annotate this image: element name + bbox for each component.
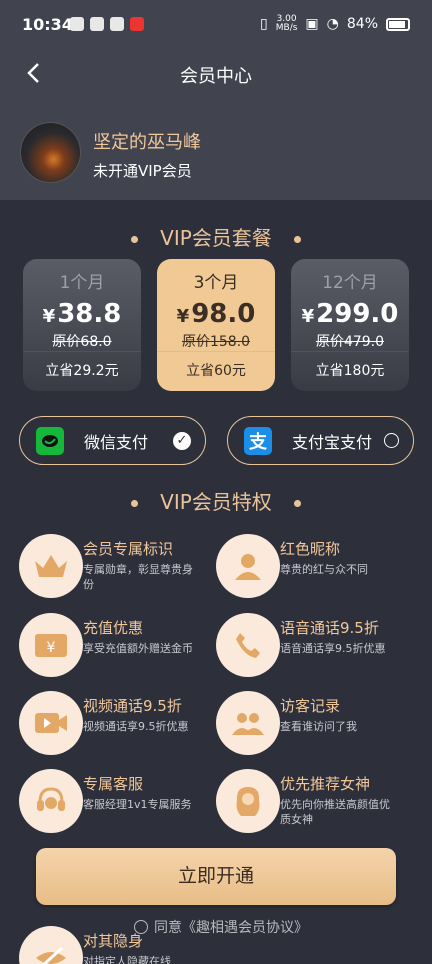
privileges-title: VIP会员特权	[0, 486, 432, 515]
status-bar: 10:34 ▯ 3.00 MB/s ▣ ◔ 84%	[0, 0, 432, 50]
user-icon	[216, 534, 280, 598]
app-notification-icon	[70, 17, 84, 31]
plan-savings: 立省180元	[315, 363, 385, 379]
open-vip-button[interactable]: 立即开通	[36, 848, 396, 905]
app-notification-icon	[130, 17, 144, 31]
wechat-icon	[36, 426, 64, 455]
svg-text:¥: ¥	[47, 640, 56, 656]
plan-price: ¥98.0	[176, 299, 256, 329]
net-speed: 3.00 MB/s	[275, 14, 298, 33]
visitors-icon	[216, 691, 280, 755]
plan-price: ¥299.0	[301, 299, 399, 329]
dot-icon	[131, 236, 139, 243]
plan-original-price: 原价68.0	[52, 334, 112, 350]
headset-icon	[19, 769, 83, 833]
plan-1-month[interactable]: 1个月 ¥38.8 原价68.0 立省29.2元	[23, 259, 141, 391]
plan-original-price: 原价158.0	[181, 334, 251, 350]
plan-12-month[interactable]: 12个月 ¥299.0 原价479.0 立省180元	[291, 259, 409, 391]
invisible-icon	[19, 926, 83, 964]
dot-icon	[131, 500, 139, 507]
alipay-icon: 支	[244, 426, 272, 455]
battery-icon	[386, 17, 410, 31]
wechat-pay-label: 微信支付	[84, 432, 149, 452]
alipay-option[interactable]: 支 支付宝支付	[227, 416, 414, 465]
privilege-item: 红色昵称 尊贵的红与众不同	[216, 534, 411, 604]
alipay-label: 支付宝支付	[292, 432, 373, 452]
privilege-item: 访客记录 查看谁访问了我	[216, 691, 411, 761]
sim-icon: ▣	[305, 16, 319, 32]
wechat-pay-option[interactable]: 微信支付 ✓	[19, 416, 206, 465]
crown-icon	[19, 534, 83, 598]
notification-icons	[70, 17, 144, 31]
privilege-item: 优先推荐女神 优先向你推送高颜值优质女神	[216, 769, 411, 839]
battery-level: 84%	[346, 16, 378, 32]
phone-icon	[216, 613, 280, 677]
agreement-link[interactable]: 同意《趣相遇会员协议》	[154, 917, 308, 937]
privilege-item: 视频通话9.5折 视频通话享9.5折优惠	[19, 691, 214, 761]
avatar[interactable]	[20, 122, 81, 183]
app-notification-icon	[110, 17, 124, 31]
vibrate-icon: ▯	[260, 16, 268, 32]
wifi-icon: ◔	[326, 16, 339, 32]
status-right: ▯ 3.00 MB/s ▣ ◔ 84%	[260, 15, 410, 33]
dot-icon	[293, 500, 301, 507]
video-icon	[19, 691, 83, 755]
page-title: 会员中心	[180, 66, 252, 87]
plan-savings: 立省29.2元	[45, 363, 119, 379]
agreement-checkbox[interactable]	[134, 920, 148, 934]
wallet-icon: ¥	[19, 613, 83, 677]
agreement: 同意《趣相遇会员协议》	[134, 917, 308, 937]
app-notification-icon	[90, 17, 104, 31]
plan-3-month[interactable]: 3个月 ¥98.0 原价158.0 立省60元	[157, 259, 275, 391]
privilege-item: 专属客服 客服经理1v1专属服务	[19, 769, 214, 839]
status-time: 10:34	[22, 15, 73, 34]
checked-radio-icon[interactable]: ✓	[173, 432, 191, 450]
privilege-item: 语音通话9.5折 语音通话享9.5折优惠	[216, 613, 411, 683]
packages-title: VIP会员套餐	[0, 222, 432, 251]
vip-status: 未开通VIP会员	[93, 162, 192, 180]
plan-savings: 立省60元	[186, 363, 246, 379]
plan-original-price: 原价479.0	[315, 334, 385, 350]
unchecked-radio-icon[interactable]	[384, 433, 399, 448]
user-name: 坚定的巫马峰	[93, 132, 201, 153]
goddess-icon	[216, 769, 280, 833]
privilege-item: ¥ 充值优惠 享受充值额外赠送金币	[19, 613, 214, 683]
privilege-item: 会员专属标识 专属勋章，彰显尊贵身份	[19, 534, 214, 604]
plan-price: ¥38.8	[42, 299, 122, 329]
dot-icon	[293, 236, 301, 243]
